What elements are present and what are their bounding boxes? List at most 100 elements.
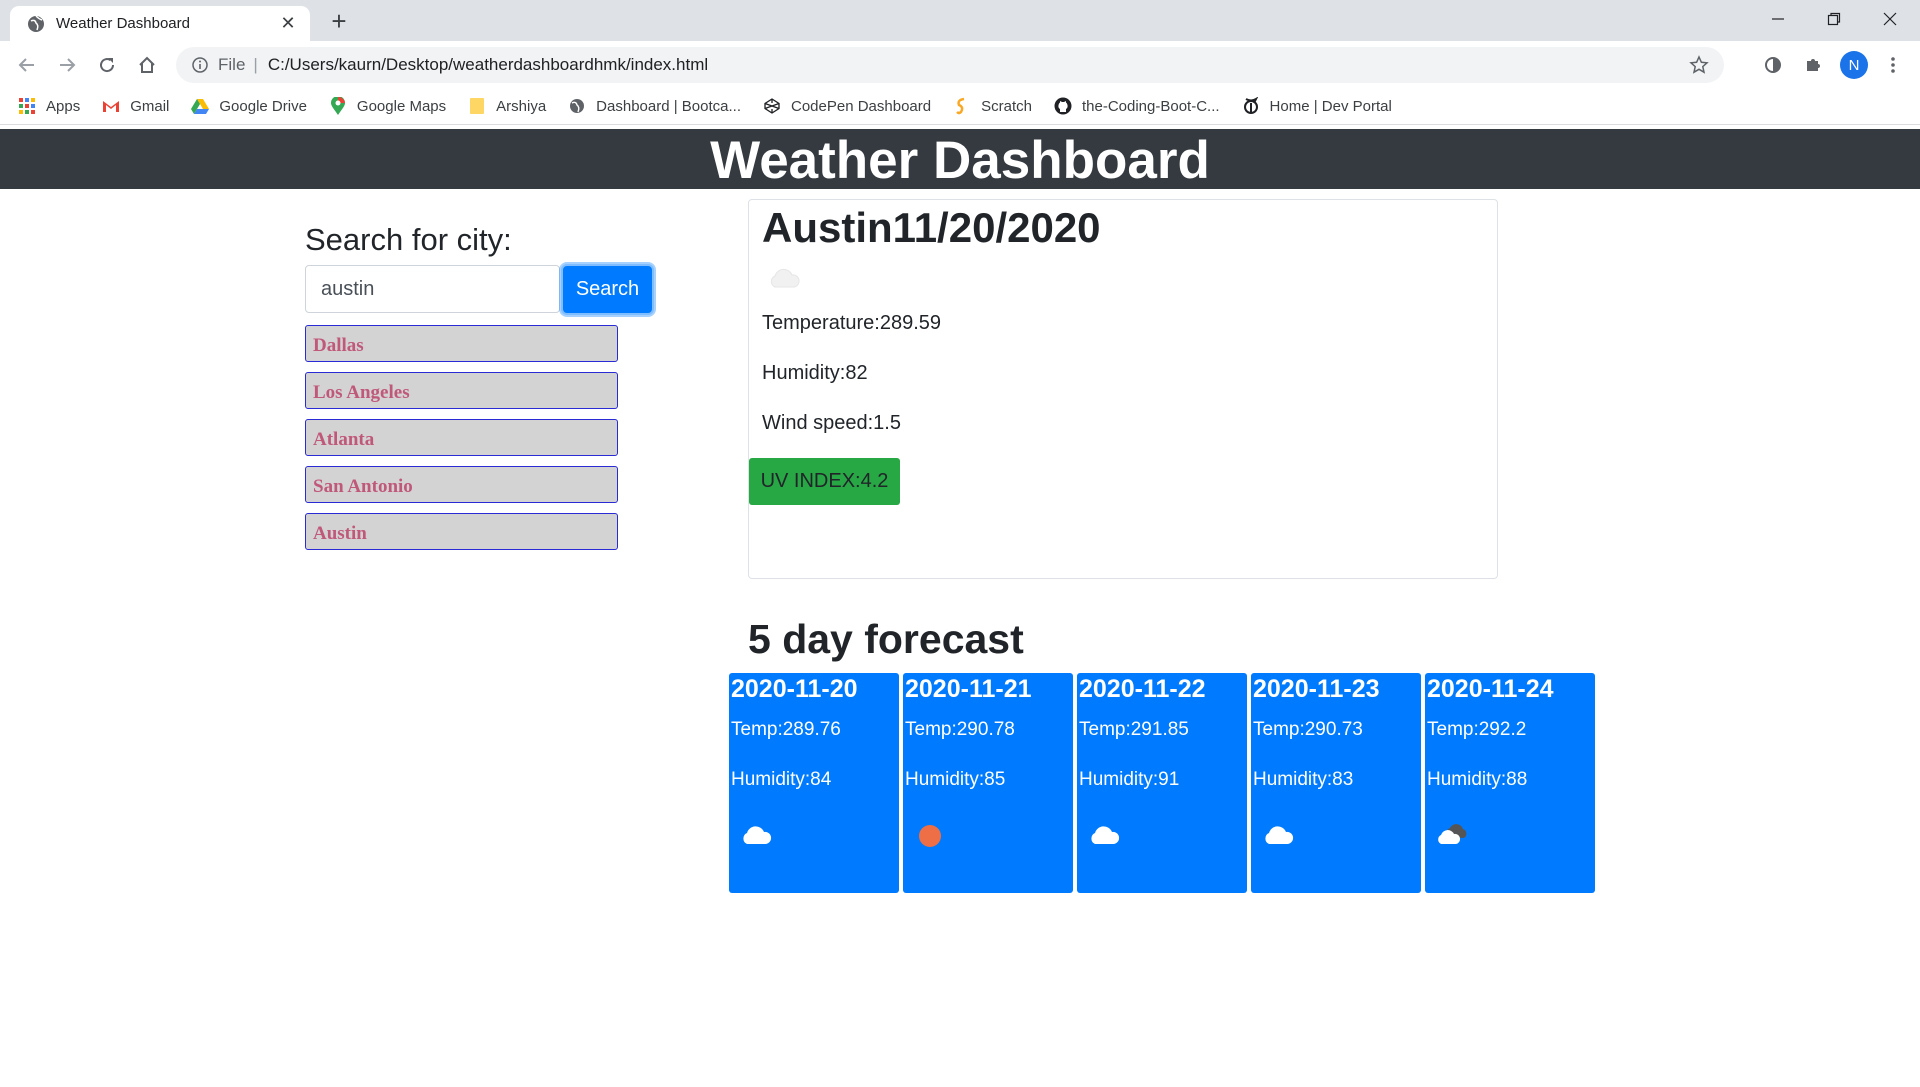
forecast-humidity: Humidity:91 bbox=[1079, 769, 1180, 790]
tab-strip: Weather Dashboard ✕ + bbox=[0, 0, 1920, 41]
history-city-button[interactable]: Los Angeles bbox=[305, 372, 618, 409]
profile-avatar[interactable]: N bbox=[1840, 51, 1868, 79]
cloud-icon bbox=[767, 267, 801, 289]
bookmark-arshiya[interactable]: Arshiya bbox=[468, 97, 546, 115]
globe-icon bbox=[568, 97, 586, 115]
nyt-icon bbox=[1242, 97, 1260, 115]
page-viewport: Weather Dashboard Search for city: Searc… bbox=[0, 126, 1920, 1087]
current-wind-speed: Wind speed:1.5 bbox=[762, 412, 901, 434]
minimize-icon[interactable] bbox=[1750, 0, 1806, 38]
search-heading: Search for city: bbox=[305, 222, 512, 257]
bookmark-github[interactable]: the-Coding-Boot-C... bbox=[1054, 97, 1220, 115]
folder-icon bbox=[468, 97, 486, 115]
gmail-icon bbox=[102, 97, 120, 115]
broken-clouds-icon bbox=[1435, 823, 1469, 849]
bookmark-label: Dashboard | Bootca... bbox=[596, 97, 741, 115]
bookmark-dev-portal[interactable]: Home | Dev Portal bbox=[1242, 97, 1392, 115]
cloud-icon bbox=[1261, 823, 1295, 849]
forecast-heading: 5 day forecast bbox=[748, 616, 1024, 662]
history-city-button[interactable]: Atlanta bbox=[305, 419, 618, 456]
bookmark-label: Gmail bbox=[130, 97, 170, 115]
history-city-button[interactable]: Austin bbox=[305, 513, 618, 550]
forecast-date: 2020-11-20 bbox=[731, 675, 858, 703]
current-city-date: Austin11/20/2020 bbox=[762, 204, 1101, 251]
forecast-card: 2020-11-20 Temp:289.76 Humidity:84 bbox=[729, 673, 899, 893]
history-city-button[interactable]: San Antonio bbox=[305, 466, 618, 503]
address-bar[interactable]: File | C:/Users/kaurn/Desktop/weatherdas… bbox=[176, 47, 1724, 83]
forecast-humidity: Humidity:84 bbox=[731, 769, 832, 790]
tab-title: Weather Dashboard bbox=[56, 15, 190, 32]
reload-icon[interactable] bbox=[92, 50, 122, 80]
new-tab-button[interactable]: + bbox=[325, 8, 353, 36]
browser-toolbar: File | C:/Users/kaurn/Desktop/weatherdas… bbox=[0, 41, 1920, 88]
search-button[interactable]: Search bbox=[561, 264, 654, 315]
page-title: Weather Dashboard bbox=[710, 131, 1210, 190]
bookmark-gmail[interactable]: Gmail bbox=[102, 97, 169, 115]
header-banner: Weather Dashboard bbox=[0, 129, 1920, 190]
bookmark-star-icon[interactable] bbox=[1684, 50, 1714, 80]
bookmark-label: Arshiya bbox=[496, 97, 547, 115]
puzzle-icon[interactable] bbox=[1798, 50, 1828, 80]
cloud-icon bbox=[739, 823, 773, 849]
kebab-menu-icon[interactable] bbox=[1878, 50, 1908, 80]
bookmark-scratch[interactable]: Scratch bbox=[953, 97, 1032, 115]
home-icon[interactable] bbox=[132, 50, 162, 80]
search-input[interactable] bbox=[305, 265, 560, 313]
forecast-temp: Temp:292.2 bbox=[1427, 719, 1527, 740]
bookmark-label: the-Coding-Boot-C... bbox=[1081, 97, 1220, 115]
forecast-temp: Temp:289.76 bbox=[731, 719, 841, 740]
bookmark-label: Scratch bbox=[981, 97, 1032, 115]
current-humidity: Humidity:82 bbox=[762, 362, 868, 384]
forecast-card: 2020-11-22 Temp:291.85 Humidity:91 bbox=[1077, 673, 1247, 893]
forecast-date: 2020-11-23 bbox=[1253, 675, 1380, 703]
forecast-date: 2020-11-24 bbox=[1427, 675, 1554, 703]
forecast-temp: Temp:290.78 bbox=[905, 719, 1015, 740]
google-drive-icon bbox=[191, 97, 210, 115]
forecast-date: 2020-11-22 bbox=[1079, 675, 1206, 703]
back-icon[interactable] bbox=[12, 50, 42, 80]
bookmark-dashboard-bootcamp[interactable]: Dashboard | Bootca... bbox=[568, 97, 741, 115]
browser-tab[interactable]: Weather Dashboard ✕ bbox=[10, 6, 310, 41]
bookmark-label: CodePen Dashboard bbox=[791, 97, 932, 115]
scratch-icon bbox=[953, 97, 971, 115]
github-icon bbox=[1054, 97, 1072, 115]
current-weather-card: Austin11/20/2020 Temperature:289.59 Humi… bbox=[748, 199, 1498, 579]
close-tab-icon[interactable]: ✕ bbox=[278, 13, 298, 34]
forecast-card: 2020-11-23 Temp:290.73 Humidity:83 bbox=[1251, 673, 1421, 893]
forecast-humidity: Humidity:85 bbox=[905, 769, 1006, 790]
codepen-icon bbox=[763, 97, 781, 115]
current-temperature: Temperature:289.59 bbox=[762, 312, 942, 334]
bookmark-google-drive[interactable]: Google Drive bbox=[191, 97, 307, 115]
forecast-temp: Temp:291.85 bbox=[1079, 719, 1189, 740]
forecast-card: 2020-11-21 Temp:290.78 Humidity:85 bbox=[903, 673, 1073, 893]
bookmark-codepen[interactable]: CodePen Dashboard bbox=[763, 97, 931, 115]
forecast-humidity: Humidity:83 bbox=[1253, 769, 1354, 790]
info-icon[interactable] bbox=[190, 55, 210, 75]
google-maps-icon bbox=[329, 97, 347, 115]
url-separator: | bbox=[253, 55, 258, 74]
bookmark-label: Google Drive bbox=[219, 97, 307, 115]
forecast-card: 2020-11-24 Temp:292.2 Humidity:88 bbox=[1425, 673, 1595, 893]
cloud-icon bbox=[1087, 823, 1121, 849]
bookmarks-bar: Apps Gmail Google Drive Google Maps Arsh… bbox=[0, 88, 1920, 125]
sun-icon bbox=[913, 823, 947, 849]
search-history: Dallas Los Angeles Atlanta San Antonio A… bbox=[305, 325, 618, 560]
globe-icon bbox=[26, 14, 46, 34]
forecast-temp: Temp:290.73 bbox=[1253, 719, 1363, 740]
history-city-button[interactable]: Dallas bbox=[305, 325, 618, 362]
bookmark-label: Apps bbox=[46, 97, 81, 115]
forecast-row: 2020-11-20 Temp:289.76 Humidity:84 2020-… bbox=[729, 673, 1599, 893]
forward-icon[interactable] bbox=[52, 50, 82, 80]
close-window-icon[interactable] bbox=[1862, 0, 1918, 38]
apps-grid-icon bbox=[18, 97, 36, 115]
bookmark-label: Home | Dev Portal bbox=[1269, 97, 1392, 115]
bookmark-google-maps[interactable]: Google Maps bbox=[329, 97, 446, 115]
extension-circle-icon[interactable] bbox=[1758, 50, 1788, 80]
url-text[interactable]: C:/Users/kaurn/Desktop/weatherdashboardh… bbox=[268, 55, 1684, 75]
forecast-humidity: Humidity:88 bbox=[1427, 769, 1528, 790]
restore-icon[interactable] bbox=[1806, 0, 1862, 38]
bookmark-apps[interactable]: Apps bbox=[18, 97, 80, 115]
uv-index-badge: UV INDEX:4.2 bbox=[749, 458, 900, 505]
url-scheme: File bbox=[218, 55, 246, 74]
forecast-date: 2020-11-21 bbox=[905, 675, 1032, 703]
